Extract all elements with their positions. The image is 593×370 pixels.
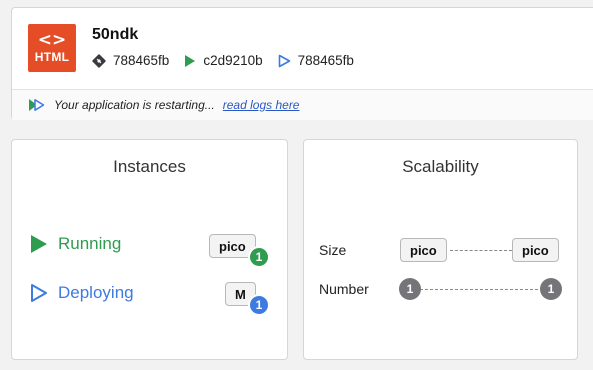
- instance-row-running: Running: [30, 234, 121, 254]
- read-logs-link[interactable]: read logs here: [223, 98, 300, 112]
- number-max-badge: 1: [540, 278, 562, 300]
- size-range-line: [450, 250, 512, 251]
- scalability-title: Scalability: [402, 157, 479, 176]
- instance-state-label: Running: [58, 234, 122, 253]
- instance-count-badge: 1: [248, 294, 270, 316]
- html-logo-glyph: <>: [37, 30, 67, 50]
- commit-list: 788465fb c2d9210b 788465fb: [92, 53, 369, 68]
- running-commit: c2d9210b: [184, 53, 263, 68]
- size-label: Size: [319, 242, 347, 258]
- application-header: <> HTML 50ndk 788465fb c2d9210b 788465fb: [12, 8, 593, 88]
- html-logo: <> HTML: [28, 24, 76, 72]
- commit-hash: 788465fb: [297, 53, 354, 68]
- restarting-icon: [29, 99, 45, 111]
- scalability-panel: Scalability Size pico pico Number 1 1: [303, 139, 578, 360]
- instance-state-label: Deploying: [58, 283, 134, 302]
- deploying-commit: 788465fb: [278, 53, 354, 68]
- number-min-badge: 1: [399, 278, 421, 300]
- commit-hash: c2d9210b: [203, 53, 263, 68]
- commit-hash: 788465fb: [113, 53, 170, 68]
- instance-count-badge: 1: [248, 246, 270, 268]
- deploying-icon: [31, 284, 47, 302]
- size-min-badge: pico: [400, 238, 447, 262]
- instances-title: Instances: [113, 157, 186, 176]
- current-commit: 788465fb: [92, 53, 169, 68]
- running-commit-icon: [185, 54, 196, 67]
- instances-panel: Instances Running pico 1 Deploying M 1: [11, 139, 288, 360]
- html-logo-text: HTML: [34, 50, 70, 64]
- git-commit-icon: [92, 53, 106, 68]
- application-status-bar: Your application is restarting... read l…: [12, 89, 593, 120]
- size-max-badge: pico: [512, 238, 559, 262]
- instance-row-deploying: Deploying: [30, 283, 134, 303]
- application-card: <> HTML 50ndk 788465fb c2d9210b 788465fb…: [11, 7, 593, 120]
- number-label: Number: [319, 281, 369, 297]
- status-text: Your application is restarting...: [54, 98, 215, 112]
- running-icon: [31, 235, 47, 253]
- number-range-line: [420, 289, 538, 290]
- application-name: 50ndk: [92, 26, 139, 43]
- deploying-commit-icon: [278, 54, 290, 67]
